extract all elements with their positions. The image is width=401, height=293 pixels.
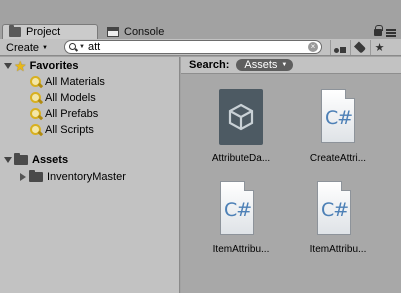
console-icon — [107, 27, 119, 37]
saved-search-icon — [29, 123, 43, 137]
tree-item-label: All Materials — [45, 76, 105, 88]
assets-label: Assets — [32, 154, 69, 166]
csharp-script-icon: C# — [220, 181, 254, 235]
menu-icon[interactable] — [386, 29, 396, 37]
tree-item-inventorymaster[interactable]: InventoryMaster — [20, 169, 126, 185]
tree-item-all-materials[interactable]: All Materials — [29, 74, 105, 90]
search-dropdown-icon[interactable]: ▼ — [79, 44, 85, 50]
asset-item[interactable]: AttributeDa... — [196, 89, 286, 169]
saved-search-icon — [29, 75, 43, 89]
asset-item[interactable]: C# ItemAttribu... — [196, 181, 286, 261]
save-search-button[interactable]: ★ — [370, 40, 388, 55]
clear-search-icon[interactable]: × — [308, 42, 318, 52]
lock-icon[interactable] — [374, 25, 383, 36]
tree-item-label: All Models — [45, 92, 96, 104]
asset-label: CreateAttri... — [309, 153, 367, 164]
create-button[interactable]: Create ▼ — [6, 40, 48, 55]
tree-item-all-scripts[interactable]: All Scripts — [29, 122, 94, 138]
tab-project[interactable]: Project — [2, 24, 98, 39]
tree-item-all-models[interactable]: All Models — [29, 90, 96, 106]
folder-tree: ★ Favorites All Materials All Models All… — [0, 57, 180, 293]
tree-item-all-prefabs[interactable]: All Prefabs — [29, 106, 98, 122]
tab-project-label: Project — [26, 26, 61, 38]
folder-icon — [14, 153, 28, 165]
tree-item-label: InventoryMaster — [47, 171, 126, 183]
asset-label: ItemAttribu... — [309, 244, 367, 255]
asset-item[interactable]: C# ItemAttribu... — [293, 181, 383, 261]
expand-arrow-icon[interactable] — [4, 63, 12, 69]
saved-search-icon — [29, 107, 43, 121]
star-icon: ★ — [374, 42, 385, 54]
tree-item-assets[interactable]: Assets — [4, 152, 68, 168]
asset-label: ItemAttribu... — [212, 244, 270, 255]
tree-item-favorites[interactable]: ★ Favorites — [4, 58, 78, 74]
tag-icon — [353, 41, 366, 54]
search-scope-value: Assets — [244, 59, 278, 71]
search-scope-bar: Search: Assets ▼ — [181, 57, 401, 74]
search-scope-dropdown[interactable]: Assets ▼ — [236, 59, 294, 71]
search-box[interactable]: ▼ × — [64, 40, 322, 54]
saved-search-icon — [29, 91, 43, 105]
asset-grid-panel: Search: Assets ▼ AttributeDa... C# Creat… — [181, 57, 401, 293]
folder-icon — [29, 170, 43, 182]
unity-asset-icon — [219, 89, 263, 145]
tab-console-label: Console — [124, 26, 165, 38]
search-input[interactable] — [87, 41, 288, 53]
dropdown-arrow-icon: ▼ — [281, 62, 288, 68]
tab-console[interactable]: Console — [101, 24, 187, 40]
collapse-arrow-icon[interactable] — [20, 173, 26, 181]
favorite-star-icon: ★ — [14, 58, 27, 74]
project-toolbar: Create ▼ ▼ × ★ — [0, 39, 401, 56]
tree-item-label: All Scripts — [45, 124, 94, 136]
asset-label: AttributeDa... — [211, 153, 271, 164]
tree-item-label: All Prefabs — [45, 108, 99, 120]
search-icon — [69, 42, 78, 52]
csharp-script-icon: C# — [317, 181, 351, 235]
search-scope-label: Search: — [189, 59, 230, 71]
dropdown-arrow-icon: ▼ — [42, 44, 48, 51]
search-by-type-button[interactable] — [330, 40, 348, 55]
create-button-label: Create — [6, 41, 40, 54]
favorites-label: Favorites — [29, 60, 79, 72]
asset-item[interactable]: C# CreateAttri... — [293, 89, 383, 169]
tab-bar: Project Console — [0, 0, 401, 40]
search-by-label-button[interactable] — [350, 40, 368, 55]
shapes-icon — [333, 43, 346, 53]
folder-icon — [9, 25, 21, 37]
expand-arrow-icon[interactable] — [4, 157, 12, 163]
csharp-script-icon: C# — [321, 89, 355, 143]
